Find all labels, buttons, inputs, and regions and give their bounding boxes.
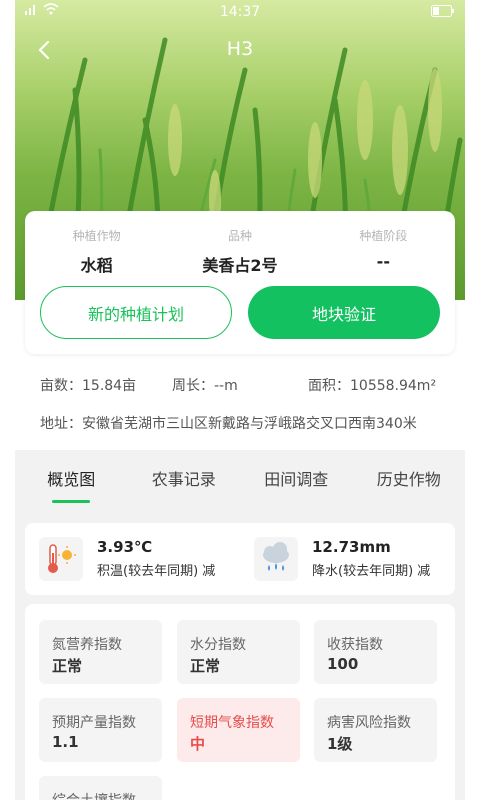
crop-info-card: 种植作物 水稻 品种 美香占2号 种植阶段 -- 新的种植计划 地块验证 — [25, 211, 455, 354]
stage-column: 种植阶段 -- — [312, 227, 455, 276]
indices-card: 氮营养指数 正常 水分指数 正常 收获指数 100 预期产量指数 1.1 短期气… — [25, 604, 455, 800]
tab-overview[interactable]: 概览图 — [15, 452, 128, 502]
page-title: H3 — [226, 38, 254, 60]
index-tile-nitrogen[interactable]: 氮营养指数 正常 — [39, 620, 162, 684]
weather-card: 3.93℃ 积温(较去年同期) 减 12.73mm 降水(较去年同期) 减 — [25, 523, 455, 595]
crop-label: 种植作物 — [72, 229, 121, 243]
thermometer-sun-icon — [39, 537, 83, 581]
index-label: 综合土壤指数 — [52, 790, 136, 800]
new-plan-button[interactable]: 新的种植计划 — [40, 286, 232, 339]
rainfall-label: 降水(较去年同期) 减 — [312, 564, 431, 579]
index-tile-weather[interactable]: 短期气象指数 中 — [177, 698, 300, 762]
index-value: 正常 — [190, 657, 221, 675]
index-label: 预期产量指数 — [52, 715, 136, 731]
index-label: 氮营养指数 — [52, 637, 122, 653]
index-value: 1.1 — [52, 733, 79, 751]
crop-column: 种植作物 水稻 — [25, 227, 168, 276]
index-value: 正常 — [52, 657, 83, 675]
stage-value: -- — [376, 252, 390, 271]
variety-column: 品种 美香占2号 — [168, 227, 311, 276]
rainfall-value: 12.73mm — [312, 538, 391, 556]
screen: 14:37 H3 种植作物 水稻 品种 美香占2号 种植阶段 -- 新的种植计划… — [0, 0, 480, 800]
tab-bar: 概览图 农事记录 田间调查 历史作物 — [15, 452, 466, 503]
stage-label: 种植阶段 — [359, 229, 408, 243]
variety-value: 美香占2号 — [202, 256, 278, 275]
index-tile-disease[interactable]: 病害风险指数 1级 — [314, 698, 437, 762]
variety-label: 品种 — [227, 229, 252, 243]
verify-plot-button[interactable]: 地块验证 — [248, 286, 440, 339]
tab-field-survey[interactable]: 田间调查 — [240, 452, 353, 502]
index-label: 短期气象指数 — [190, 715, 274, 731]
area-m2: 面积：10558.94m² — [308, 378, 437, 394]
area-mu: 亩数：15.84亩 — [40, 378, 137, 394]
active-tab-indicator — [52, 500, 90, 503]
index-tile-soil[interactable]: 综合土壤指数 — [39, 776, 162, 800]
index-value: 1级 — [327, 735, 353, 753]
temperature-label: 积温(较去年同期) 减 — [97, 564, 216, 579]
index-tile-harvest[interactable]: 收获指数 100 — [314, 620, 437, 684]
address: 地址：安徽省芜湖市三山区新戴路与浮峨路交叉口西南340米 — [40, 416, 417, 432]
temperature-value: 3.93℃ — [97, 538, 153, 556]
index-label: 病害风险指数 — [327, 715, 411, 731]
tab-crop-history[interactable]: 历史作物 — [353, 452, 466, 502]
crop-value: 水稻 — [80, 256, 113, 275]
status-time: 14:37 — [219, 4, 261, 20]
tab-farm-records[interactable]: 农事记录 — [128, 452, 241, 502]
nav-bar: H3 — [15, 30, 465, 70]
battery-icon — [431, 5, 455, 21]
rain-cloud-icon — [254, 537, 298, 581]
index-tile-yield[interactable]: 预期产量指数 1.1 — [39, 698, 162, 762]
perimeter: 周长：--m — [172, 378, 238, 394]
status-bar: 14:37 — [15, 0, 465, 24]
index-label: 收获指数 — [327, 637, 383, 653]
index-label: 水分指数 — [190, 637, 246, 653]
index-value: 中 — [190, 735, 206, 753]
index-tile-water[interactable]: 水分指数 正常 — [177, 620, 300, 684]
index-value: 100 — [327, 655, 359, 673]
